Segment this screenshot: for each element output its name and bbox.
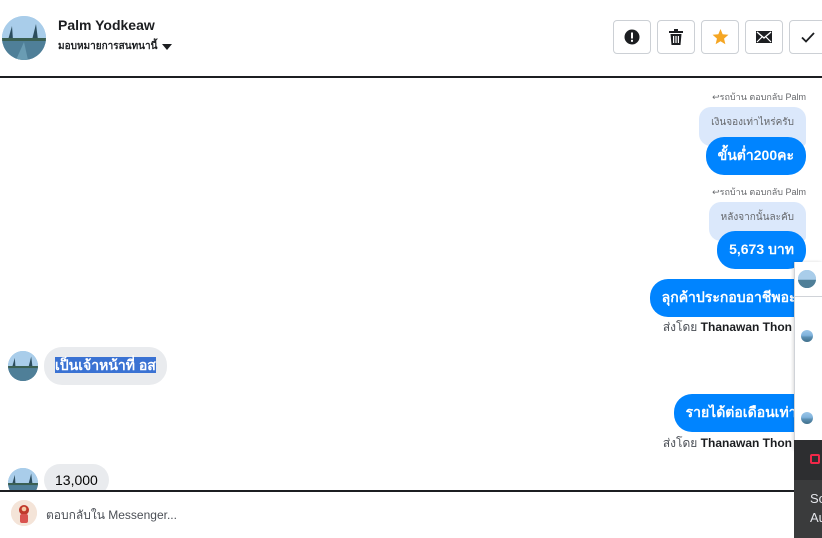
- reply-context: ↩รถบ้าน ตอบกลับ Palm: [712, 187, 806, 197]
- incoming-message[interactable]: เป็นเจ้าหน้าที่ อส: [44, 347, 167, 385]
- contact-avatar[interactable]: [8, 468, 38, 490]
- contact-name[interactable]: Palm Yodkeaw: [58, 17, 155, 33]
- outgoing-message[interactable]: ขั้นต่ำ200คะ: [705, 137, 806, 175]
- panel-avatar: [801, 412, 813, 424]
- notification-text-line2: Au: [810, 510, 822, 525]
- sent-by-prefix: ส่งโดย: [662, 436, 698, 450]
- panel-divider: [795, 296, 822, 297]
- contact-avatar[interactable]: [8, 351, 38, 381]
- spam-button[interactable]: [613, 20, 651, 54]
- sent-by-label: ส่งโดย Thanawan Thon: [663, 318, 792, 337]
- mark-unread-button[interactable]: [745, 20, 783, 54]
- check-icon: [801, 31, 815, 43]
- alert-circle-icon: [624, 29, 640, 45]
- message-thread[interactable]: ↩รถบ้าน ตอบกลับ Palm เงินจองเท่าไหร่ครับ…: [0, 79, 822, 490]
- sent-by-label: ส่งโดย Thanawan Thon: [663, 434, 792, 453]
- delete-button[interactable]: [657, 20, 695, 54]
- star-icon: [712, 29, 728, 45]
- side-chat-panel[interactable]: [794, 262, 822, 450]
- contact-avatar[interactable]: [2, 16, 46, 60]
- conversation-toolbar: [613, 20, 822, 54]
- panel-avatar[interactable]: [798, 270, 816, 288]
- conversation-header: Palm Yodkeaw มอบหมายการสนทนานี้: [0, 0, 822, 78]
- assign-conversation-dropdown[interactable]: มอบหมายการสนทนานี้: [58, 39, 173, 54]
- outgoing-message[interactable]: 5,673 บาท: [717, 231, 806, 269]
- sender-name: Thanawan Thon: [700, 436, 792, 450]
- assign-label: มอบหมายการสนทนานี้: [58, 41, 158, 52]
- star-button[interactable]: [701, 20, 739, 54]
- side-notification-panel[interactable]: So Au: [794, 440, 822, 538]
- selected-text: เป็นเจ้าหน้าที่ อส: [55, 357, 156, 373]
- panel-avatar: [801, 330, 813, 342]
- reply-context: ↩รถบ้าน ตอบกลับ Palm: [712, 92, 806, 102]
- reply-input[interactable]: [46, 492, 746, 538]
- calendar-icon: [810, 454, 820, 464]
- notification-text-line1: So: [810, 491, 822, 506]
- trash-icon: [669, 29, 683, 45]
- sender-name: Thanawan Thon: [700, 320, 792, 334]
- notification-header: [794, 440, 822, 480]
- reply-composer: [0, 490, 794, 538]
- caret-down-icon: [162, 43, 173, 50]
- done-button[interactable]: [789, 20, 822, 54]
- sent-by-prefix: ส่งโดย: [662, 320, 698, 334]
- page-avatar: [11, 500, 37, 526]
- envelope-icon: [756, 31, 772, 43]
- incoming-message[interactable]: 13,000: [44, 464, 109, 490]
